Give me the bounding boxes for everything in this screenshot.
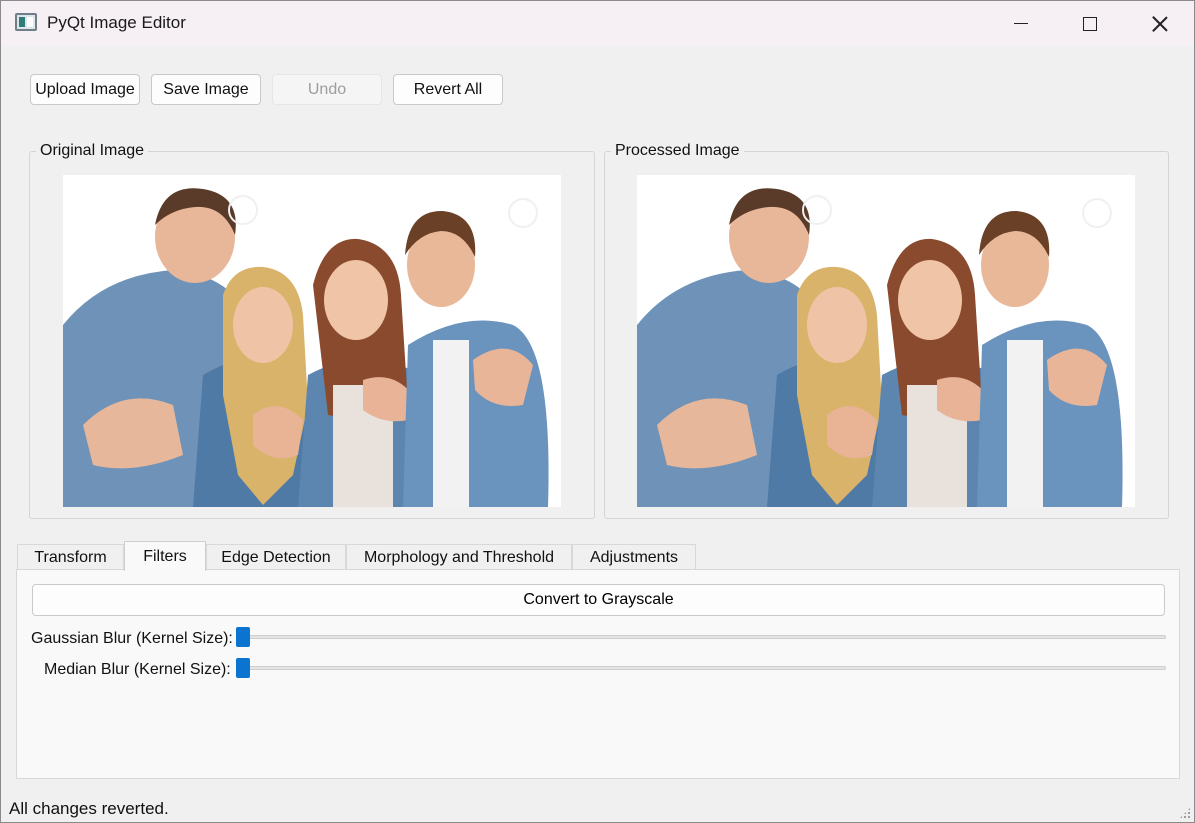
window-title: PyQt Image Editor xyxy=(47,13,186,32)
revert-all-button[interactable]: Revert All xyxy=(393,74,503,105)
original-image-title: Original Image xyxy=(36,142,149,160)
slider-track xyxy=(236,666,1166,670)
gaussian-blur-slider[interactable] xyxy=(236,627,1166,647)
filters-panel: Convert to Grayscale Gaussian Blur (Kern… xyxy=(16,569,1180,779)
processed-image-title: Processed Image xyxy=(611,142,744,160)
close-button[interactable] xyxy=(1137,1,1183,46)
app-image-icon xyxy=(15,13,37,31)
processed-image xyxy=(637,175,1135,507)
tab-morphology-threshold[interactable]: Morphology and Threshold xyxy=(346,544,572,570)
resize-grip-icon[interactable] xyxy=(1179,807,1191,819)
close-icon xyxy=(1151,15,1169,33)
app-window: PyQt Image Editor Upload Image Save Imag… xyxy=(0,0,1195,823)
minimize-button[interactable] xyxy=(998,1,1044,46)
median-blur-slider[interactable] xyxy=(236,658,1166,678)
tab-adjustments[interactable]: Adjustments xyxy=(572,544,696,570)
slider-handle[interactable] xyxy=(236,627,250,647)
slider-handle[interactable] xyxy=(236,658,250,678)
minimize-icon xyxy=(1014,22,1028,25)
status-message: All changes reverted. xyxy=(9,799,169,818)
save-image-button[interactable]: Save Image xyxy=(151,74,261,105)
slider-track xyxy=(236,635,1166,639)
title-bar[interactable]: PyQt Image Editor xyxy=(1,1,1194,46)
upload-image-button[interactable]: Upload Image xyxy=(30,74,140,105)
median-blur-label: Median Blur (Kernel Size): xyxy=(44,661,231,678)
tab-edge-detection[interactable]: Edge Detection xyxy=(206,544,346,570)
maximize-button[interactable] xyxy=(1067,1,1113,46)
processed-image-group: Processed Image xyxy=(604,142,1169,519)
tab-transform[interactable]: Transform xyxy=(17,544,124,570)
gaussian-blur-label: Gaussian Blur (Kernel Size): xyxy=(31,630,233,647)
undo-button[interactable]: Undo xyxy=(272,74,382,105)
convert-grayscale-button[interactable]: Convert to Grayscale xyxy=(32,584,1165,616)
original-image xyxy=(63,175,561,507)
tab-filters[interactable]: Filters xyxy=(124,541,206,571)
original-image-group: Original Image xyxy=(29,142,595,519)
maximize-icon xyxy=(1083,16,1097,31)
